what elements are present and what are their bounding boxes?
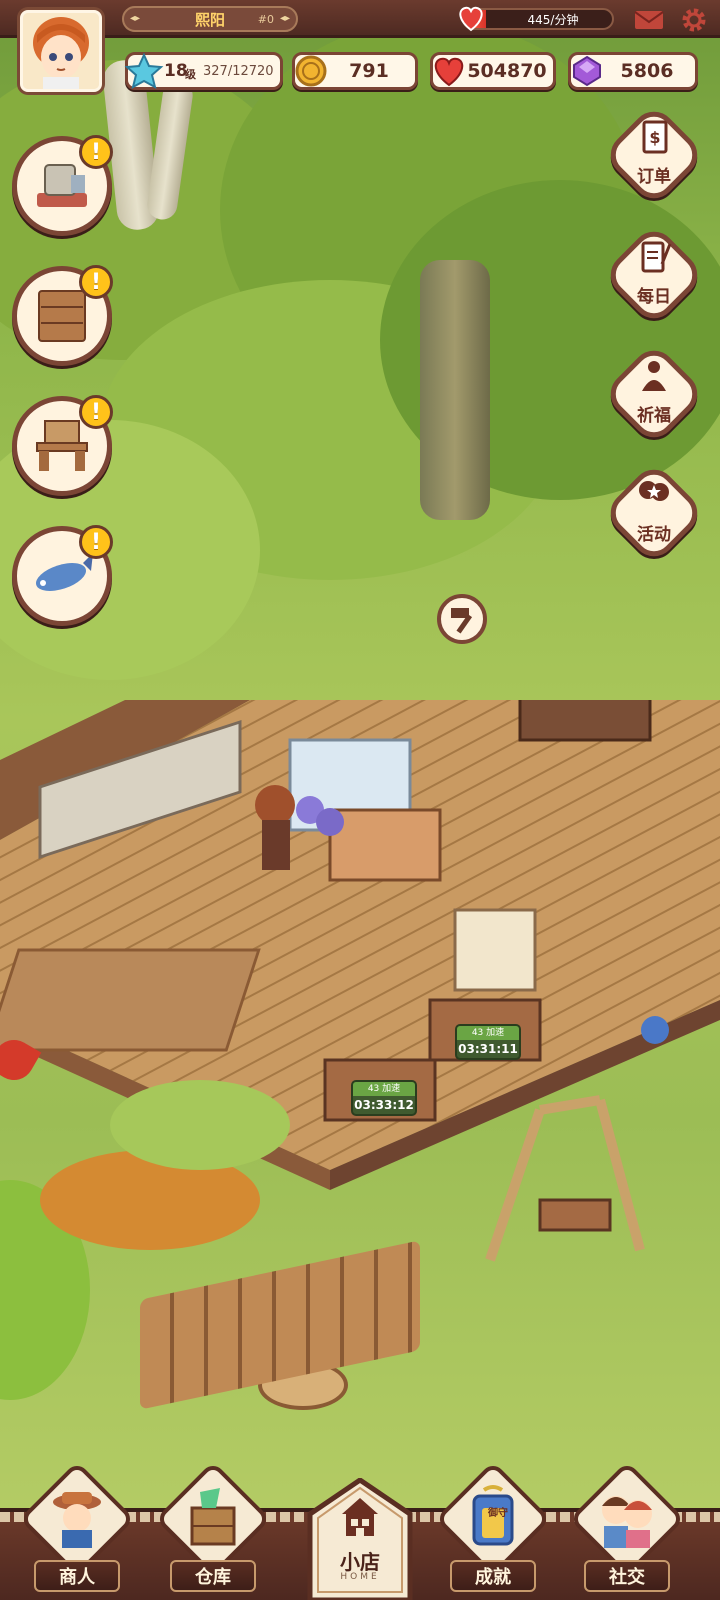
sewing-machine-task-button[interactable]: ! bbox=[12, 135, 113, 236]
nav-shop-subtitle: HOME bbox=[340, 1572, 380, 1582]
orders-label: 订单 bbox=[637, 167, 671, 187]
right-arrow-icon: ◂▸ bbox=[279, 13, 290, 24]
nav-achievements-label: 成就 bbox=[450, 1560, 536, 1592]
player-id: #0 bbox=[257, 13, 274, 26]
desk-task-button[interactable]: ! bbox=[12, 395, 113, 496]
task-alert-badge: ! bbox=[79, 525, 113, 559]
table-timer[interactable]: 43 加速 03:31:11 bbox=[455, 1024, 521, 1060]
star-icon bbox=[124, 52, 164, 89]
praying-figure-icon bbox=[642, 361, 666, 391]
task-alert-badge: ! bbox=[79, 395, 113, 429]
level-panel[interactable]: 18 级 327/12720 bbox=[124, 52, 283, 90]
button-frame bbox=[601, 341, 707, 447]
mail-icon[interactable] bbox=[634, 10, 664, 30]
table-timer[interactable]: 43 加速 03:33:12 bbox=[351, 1080, 417, 1116]
shop-house-icon bbox=[342, 1498, 378, 1536]
task-alert-badge: ! bbox=[79, 265, 113, 299]
button-frame bbox=[601, 222, 707, 328]
events-button[interactable]: 活动 bbox=[601, 460, 707, 566]
events-label: 活动 bbox=[637, 525, 671, 545]
blessing-button[interactable]: 祈福 bbox=[601, 341, 707, 447]
nav-merchant[interactable]: 商人 bbox=[19, 1461, 135, 1600]
order-book-icon: $ bbox=[642, 120, 668, 154]
heart-currency-panel[interactable]: 504870 bbox=[430, 52, 556, 90]
nav-merchant-label: 商人 bbox=[34, 1560, 120, 1592]
player-name-pill[interactable]: ◂▸ 熙阳 #0 ◂▸ bbox=[122, 6, 298, 32]
income-rate-text: 445/分钟 bbox=[527, 12, 579, 27]
nav-achievements[interactable]: 御守 成就 bbox=[435, 1461, 551, 1600]
gem-panel[interactable]: 5806 bbox=[568, 52, 698, 90]
heart-currency-icon bbox=[434, 57, 464, 87]
experience-progress: 327/12720 bbox=[203, 64, 274, 79]
coin-icon bbox=[295, 55, 327, 87]
nav-warehouse-label: 仓库 bbox=[170, 1560, 256, 1592]
daily-button[interactable]: 每日 bbox=[601, 222, 707, 328]
warehouse-crate-icon bbox=[190, 1488, 236, 1546]
timer-value: 03:33:12 bbox=[354, 1098, 414, 1112]
timer-value: 03:31:11 bbox=[458, 1042, 518, 1056]
wooden-swing[interactable] bbox=[470, 1090, 650, 1270]
orders-button[interactable]: $ 订单 bbox=[601, 102, 707, 208]
timer-speedup-label[interactable]: 43 加速 bbox=[353, 1082, 415, 1096]
daily-label: 每日 bbox=[637, 287, 671, 307]
daily-checklist-icon bbox=[641, 241, 672, 273]
fish-task-button[interactable]: ! bbox=[12, 525, 113, 626]
player-name: 熙阳 bbox=[194, 10, 225, 29]
achievement-charm-text: 御守 bbox=[488, 1508, 508, 1519]
svg-text:$: $ bbox=[649, 128, 660, 147]
nav-warehouse[interactable]: 仓库 bbox=[155, 1461, 271, 1600]
bush bbox=[110, 1080, 290, 1170]
bottom-navigation: 商人 仓库 小店 HOME 御守 成就 社交 bbox=[0, 1461, 720, 1600]
tree-trunk bbox=[420, 260, 490, 520]
level-unit: 级 bbox=[185, 68, 196, 81]
social-friends-icon bbox=[602, 1496, 652, 1548]
blessing-label: 祈福 bbox=[637, 406, 671, 426]
hammer-icon bbox=[451, 608, 473, 634]
avatar-portrait bbox=[23, 13, 99, 89]
task-alert-badge: ! bbox=[79, 135, 113, 169]
nav-social-label: 社交 bbox=[584, 1560, 670, 1592]
left-arrow-icon: ◂▸ bbox=[130, 13, 141, 24]
coin-panel[interactable]: 791 bbox=[292, 52, 418, 90]
player-avatar[interactable] bbox=[20, 10, 102, 92]
nav-shop-home[interactable]: 小店 HOME bbox=[306, 1478, 414, 1600]
cabinet-task-button[interactable]: ! bbox=[12, 265, 113, 366]
button-frame bbox=[601, 102, 707, 208]
nav-shop-label: 小店 bbox=[340, 1550, 380, 1574]
gem-icon bbox=[573, 55, 601, 87]
heart-icon bbox=[459, 6, 483, 32]
button-frame bbox=[601, 460, 707, 566]
merchant-icon bbox=[53, 1492, 101, 1548]
build-hammer-sign[interactable] bbox=[437, 594, 487, 644]
gear-icon[interactable] bbox=[680, 6, 708, 34]
nav-social[interactable]: 社交 bbox=[569, 1461, 685, 1600]
timer-speedup-label[interactable]: 43 加速 bbox=[457, 1026, 519, 1040]
balloons-icon bbox=[639, 481, 669, 501]
